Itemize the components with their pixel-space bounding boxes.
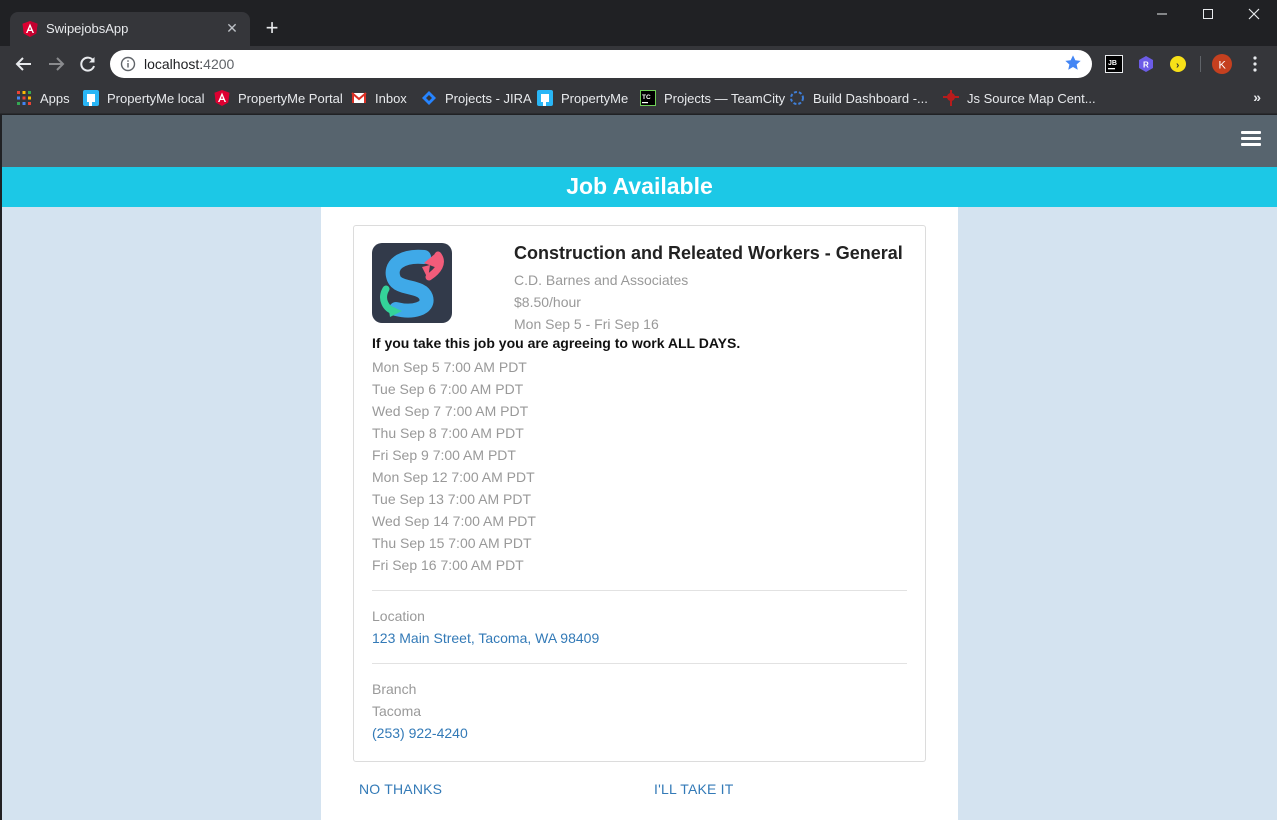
shift-item: Tue Sep 6 7:00 AM PDT <box>372 381 524 397</box>
toolbar-separator <box>1200 56 1201 72</box>
pay-rate: $8.50/hour <box>514 294 581 310</box>
bookmark-jira[interactable]: Projects - JIRA <box>421 88 532 108</box>
browser-toolbar: localhost:4200 JB R › K <box>0 46 1277 82</box>
shift-item: Mon Sep 5 7:00 AM PDT <box>372 359 527 375</box>
job-title: Construction and Releated Workers - Gene… <box>514 243 903 263</box>
bookmark-label: PropertyMe <box>561 90 629 106</box>
shift-item: Thu Sep 8 7:00 AM PDT <box>372 425 524 441</box>
shift-item: Thu Sep 15 7:00 AM PDT <box>372 535 532 551</box>
angular-icon <box>22 21 38 37</box>
kebab-menu-icon[interactable] <box>1246 55 1264 73</box>
build-dashboard-icon <box>790 91 804 105</box>
plus-icon[interactable]: + <box>260 17 284 41</box>
source-map-icon <box>943 90 959 106</box>
bookmark-label: Apps <box>40 90 70 106</box>
redux-label: R <box>1143 61 1149 70</box>
bookmarks-overflow-button[interactable]: » <box>1253 89 1261 105</box>
apps-grid-icon <box>17 91 31 105</box>
browser-tab[interactable]: SwipejobsApp ✕ <box>10 12 250 46</box>
date-range: Mon Sep 5 - Fri Sep 16 <box>514 316 659 332</box>
bookmark-label: Inbox <box>375 90 407 106</box>
heading-band: Job Available <box>2 167 1277 207</box>
swipejobs-logo-icon <box>372 243 452 323</box>
job-card: Construction and Releated Workers - Gene… <box>353 225 926 762</box>
shift-item: Wed Sep 14 7:00 AM PDT <box>372 513 536 529</box>
shift-item: Mon Sep 12 7:00 AM PDT <box>372 469 535 485</box>
bookmark-label: Projects — TeamCity <box>664 90 786 106</box>
branch-name: Tacoma <box>372 703 422 719</box>
close-window-icon[interactable] <box>1231 0 1277 28</box>
extension-yellow-label: › <box>1176 60 1179 71</box>
browser-titlebar: SwipejobsApp ✕ + <box>0 0 1277 46</box>
shift-item: Tue Sep 13 7:00 AM PDT <box>372 491 532 507</box>
bookmark-label: PropertyMe Portal <box>238 90 343 106</box>
jetbrains-icon[interactable]: JB <box>1105 55 1123 73</box>
bookmark-label: Js Source Map Cent... <box>967 90 1096 106</box>
reload-icon[interactable] <box>78 54 98 74</box>
bookmark-propertyme[interactable]: PropertyMe <box>537 88 628 108</box>
url-host: localhost: <box>144 56 204 72</box>
angular-icon <box>214 90 230 106</box>
address-bar[interactable]: localhost:4200 <box>110 50 1092 78</box>
propertyme-icon <box>537 90 553 106</box>
tab-title: SwipejobsApp <box>46 21 129 36</box>
maximize-icon[interactable] <box>1185 0 1231 28</box>
forward-arrow-icon[interactable] <box>46 54 66 74</box>
bookmark-apps[interactable]: Apps <box>16 88 70 108</box>
shift-item: Fri Sep 9 7:00 AM PDT <box>372 447 516 463</box>
bookmark-js-source-map[interactable]: Js Source Map Cent... <box>943 88 1096 108</box>
page-title: Job Available <box>566 173 713 199</box>
jira-icon <box>422 91 436 105</box>
branch-phone-link[interactable]: (253) 922-4240 <box>372 725 468 741</box>
redux-icon[interactable]: R <box>1137 55 1155 73</box>
bookmark-propertyme-local[interactable]: PropertyMe local <box>83 88 205 108</box>
location-address-link[interactable]: 123 Main Street, Tacoma, WA 98409 <box>372 630 599 646</box>
bookmark-label: Projects - JIRA <box>445 90 532 106</box>
back-arrow-icon[interactable] <box>14 54 34 74</box>
no-thanks-button[interactable]: NO THANKS <box>359 781 442 797</box>
svg-text:TC: TC <box>642 94 651 101</box>
bookmark-teamcity[interactable]: TC Projects — TeamCity <box>640 88 785 108</box>
propertyme-icon <box>83 90 99 106</box>
info-icon[interactable] <box>120 56 136 72</box>
divider <box>372 590 907 591</box>
bookmark-label: Build Dashboard -... <box>813 90 928 106</box>
close-tab-icon[interactable]: ✕ <box>224 20 240 36</box>
divider <box>372 663 907 664</box>
company-name: C.D. Barnes and Associates <box>514 272 689 288</box>
minimize-icon[interactable] <box>1139 0 1185 28</box>
url-port: 4200 <box>203 56 235 72</box>
bookmark-inbox[interactable]: Inbox <box>351 88 407 108</box>
bookmark-star-icon[interactable] <box>1064 54 1082 72</box>
bookmarks-bar: Apps PropertyMe local PropertyMe Portal … <box>0 82 1277 114</box>
jetbrains-label: JB <box>1108 60 1117 67</box>
web-page: Job Available Construction and Releated … <box>2 115 1277 820</box>
shift-list: Mon Sep 5 7:00 AM PDT Tue Sep 6 7:00 AM … <box>372 359 536 579</box>
extension-yellow-icon[interactable]: › <box>1169 55 1187 73</box>
shift-item: Wed Sep 7 7:00 AM PDT <box>372 403 529 419</box>
profile-avatar-icon[interactable]: K <box>1212 54 1232 74</box>
location-label: Location <box>372 608 425 624</box>
gmail-icon <box>351 92 367 103</box>
app-header <box>2 115 1277 167</box>
url-text[interactable]: localhost:4200 <box>144 56 234 72</box>
hamburger-menu-icon[interactable] <box>1241 131 1261 147</box>
bookmark-label: PropertyMe local <box>107 90 205 106</box>
bookmark-build-dashboard[interactable]: Build Dashboard -... <box>789 88 928 108</box>
take-job-button[interactable]: I'LL TAKE IT <box>654 781 734 797</box>
shift-item: Fri Sep 16 7:00 AM PDT <box>372 557 524 573</box>
teamcity-icon: TC <box>640 90 656 106</box>
profile-avatar-label: K <box>1219 60 1227 72</box>
commitment-notice: If you take this job you are agreeing to… <box>372 335 741 351</box>
bookmark-propertyme-portal[interactable]: PropertyMe Portal <box>214 88 343 108</box>
job-panel: Construction and Releated Workers - Gene… <box>321 207 958 820</box>
branch-label: Branch <box>372 681 417 697</box>
